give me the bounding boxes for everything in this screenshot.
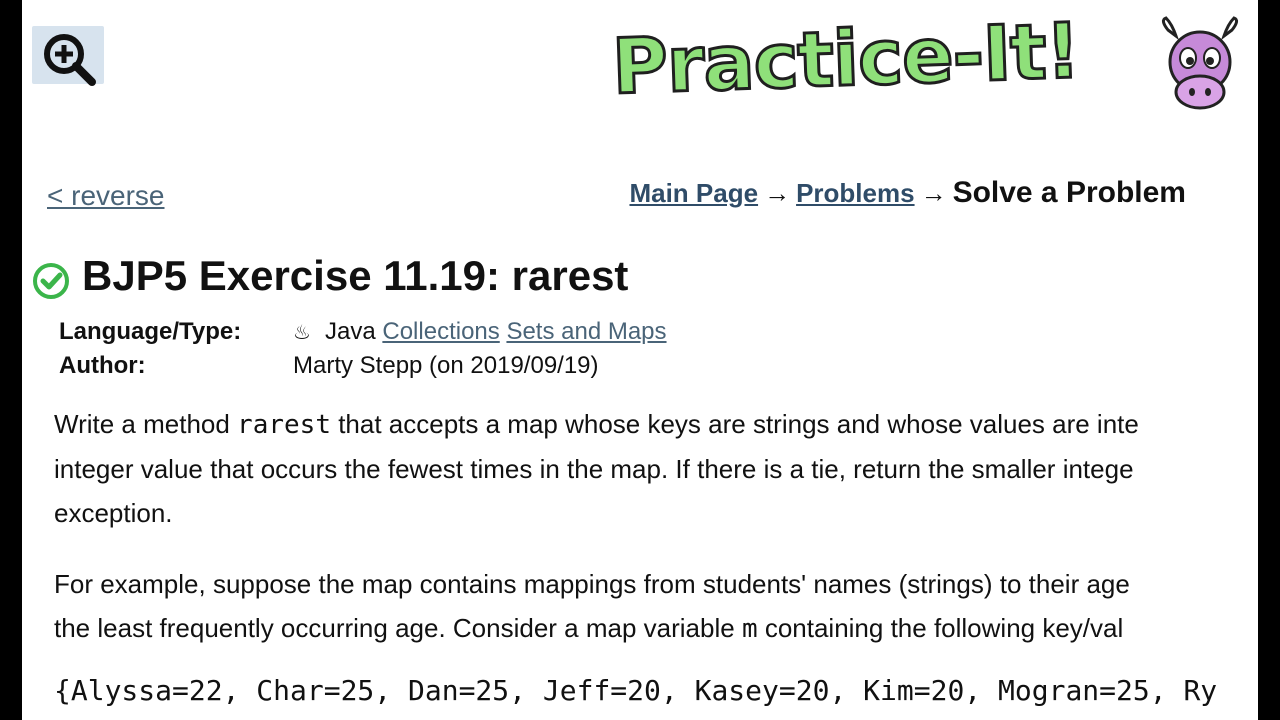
logo-text: Practice-It! [609, 4, 1082, 112]
problem-title: BJP5 Exercise 11.19: rarest [82, 252, 629, 299]
tag-collections[interactable]: Collections [382, 318, 499, 345]
problem-meta: Language/Type: ♨ Java Collections Sets and… [59, 318, 667, 386]
language-value: ♨ Java Collections Sets and Maps [293, 318, 667, 346]
breadcrumb: Main Page → Problems → Solve a Problem [629, 176, 1186, 210]
description-line: the least frequently occurring age. Cons… [54, 613, 1124, 644]
breadcrumb-problems[interactable]: Problems [796, 178, 915, 208]
breadcrumb-current: Solve a Problem [952, 176, 1186, 209]
author-label: Author: [59, 352, 146, 379]
java-icon: ♨ [293, 322, 311, 344]
description-paragraph-1: Write a method rarest that accepts a map… [54, 402, 1258, 535]
practice-it-logo[interactable]: Practice-It! [609, 4, 1250, 124]
description-line: For example, suppose the map contains ma… [54, 569, 1130, 599]
zoom-in-icon [44, 34, 96, 86]
cow-mascot-icon [1161, 16, 1239, 110]
page: Practice-It! < reverse Main Page → Problem… [22, 0, 1258, 720]
author-value: Marty Stepp (on 2019/09/19) [293, 352, 599, 379]
zoom-button[interactable] [32, 26, 104, 86]
language-name: Java [325, 318, 376, 345]
breadcrumb-separator: → [764, 178, 791, 208]
description-line: Write a method rarest that accepts a map… [54, 409, 1139, 440]
author-row: Author: Marty Stepp (on 2019/09/19) [59, 352, 667, 386]
tag-sets-and-maps[interactable]: Sets and Maps [506, 318, 666, 345]
variable-name: m [741, 614, 758, 644]
language-row: Language/Type: ♨ Java Collections Sets and… [59, 318, 667, 352]
method-name: rarest [237, 410, 331, 440]
previous-problem-link[interactable]: < reverse [47, 180, 165, 212]
solved-check-icon [33, 263, 69, 299]
description-paragraph-2: For example, suppose the map contains ma… [54, 562, 1258, 651]
description-line: integer value that occurs the fewest tim… [54, 454, 1134, 484]
breadcrumb-main-page[interactable]: Main Page [629, 178, 758, 208]
language-label: Language/Type: [59, 318, 242, 345]
description-line: exception. [54, 498, 173, 528]
breadcrumb-separator: → [920, 178, 947, 208]
code-example: {Alyssa=22, Char=25, Dan=25, Jeff=20, Ka… [54, 674, 1218, 707]
